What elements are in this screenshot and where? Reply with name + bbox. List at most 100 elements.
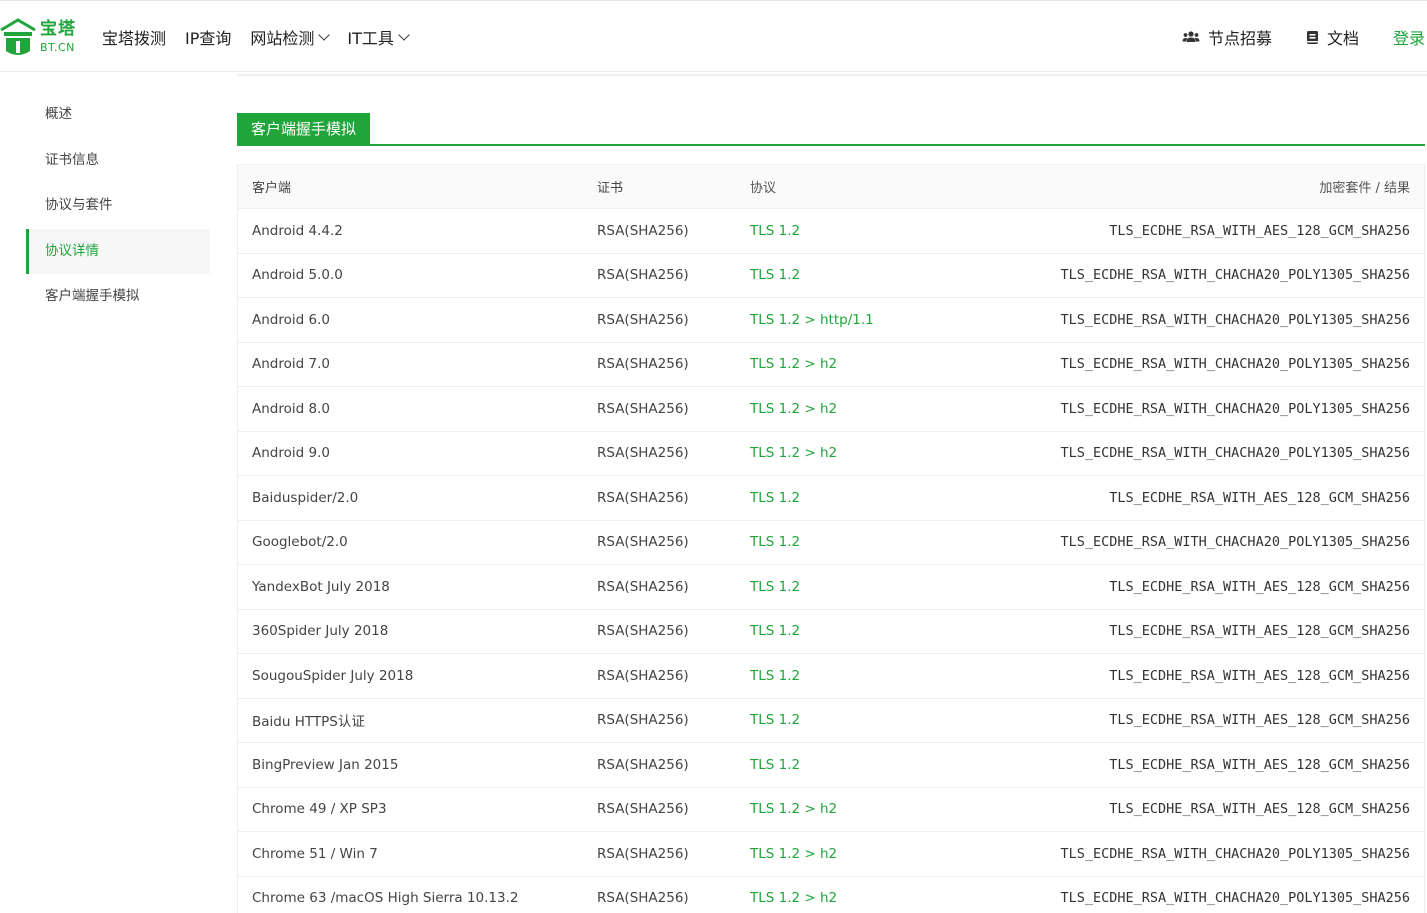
table-row: Chrome 63 /macOS High Sierra 10.13.2 RSA(… <box>238 877 1424 913</box>
cell-client: Chrome 63 /macOS High Sierra 10.13.2 <box>252 890 519 907</box>
cell-client: SougouSpider July 2018 <box>252 667 414 684</box>
cell-protocol: TLS 1.2 > http/1.1 <box>750 311 874 328</box>
nav-label: IT工具 <box>347 29 394 48</box>
nav-label: IP查询 <box>185 29 232 48</box>
cell-protocol: TLS 1.2 > h2 <box>750 400 838 417</box>
cell-client: Android 8.0 <box>252 400 330 417</box>
table-body: Android 4.4.2 RSA(SHA256) TLS 1.2 TLS_ECDHE… <box>238 209 1424 913</box>
table-row: Baidu HTTPS认证 RSA(SHA256) TLS 1.2 TLS_ECDHE… <box>238 699 1424 743</box>
nav-it-tools[interactable]: IT工具 <box>347 25 410 49</box>
bt-tower-icon <box>0 18 36 55</box>
cell-client: Android 5.0.0 <box>252 267 343 284</box>
docs-link[interactable]: 文档 <box>1306 25 1359 49</box>
section-header: 客户端握手模拟 <box>237 113 1425 146</box>
chevron-down-icon <box>318 28 331 41</box>
cell-protocol: TLS 1.2 <box>750 267 801 284</box>
cell-client: Baidu HTTPS认证 <box>252 714 365 731</box>
cell-protocol: TLS 1.2 <box>750 667 801 684</box>
nav-bt-probe[interactable]: 宝塔拨测 <box>102 25 166 49</box>
top-header: 宝塔 BT.CN 宝塔拨测 IP查询 网站检测 IT工具 节点招募 文档 登录 <box>0 0 1427 72</box>
cell-cert: RSA(SHA256) <box>597 222 689 239</box>
table-row: Android 4.4.2 RSA(SHA256) TLS 1.2 TLS_ECDHE… <box>238 209 1424 254</box>
cell-cert: RSA(SHA256) <box>597 445 689 462</box>
table-row: Chrome 49 / XP SP3 RSA(SHA256) TLS 1.2 > h… <box>238 788 1424 832</box>
table-row: Android 8.0 RSA(SHA256) TLS 1.2 > h2 TLS_EC… <box>238 387 1424 432</box>
login-button[interactable]: 登录 <box>1393 25 1425 49</box>
cell-cipher: TLS_ECDHE_RSA_WITH_CHACHA20_POLY1305_SHA… <box>1060 534 1411 551</box>
cell-cipher: TLS_ECDHE_RSA_WITH_CHACHA20_POLY1305_SHA… <box>1060 845 1411 862</box>
cell-client: Android 7.0 <box>252 356 330 373</box>
table-row: Android 5.0.0 RSA(SHA256) TLS 1.2 TLS_ECDHE… <box>238 254 1424 298</box>
nav-label: 宝塔拨测 <box>102 29 167 48</box>
cell-protocol: TLS 1.2 > h2 <box>750 801 838 818</box>
logo-text: 宝塔 BT.CN <box>40 19 76 54</box>
sidebar-item-protocols-suites[interactable]: 协议与套件 <box>26 183 210 229</box>
cell-cert: RSA(SHA256) <box>597 756 689 773</box>
cell-client: 360Spider July 2018 <box>252 623 389 640</box>
sidebar-nav: 概述 证书信息 协议与套件 协议详情 客户端握手模拟 <box>26 92 210 320</box>
sidebar-item-protocol-details[interactable]: 协议详情 <box>26 228 210 274</box>
bt-logo[interactable]: 宝塔 BT.CN <box>0 15 76 59</box>
cell-cert: RSA(SHA256) <box>597 489 689 506</box>
table-row: 360Spider July 2018 RSA(SHA256) TLS 1.2 TLS… <box>238 610 1424 654</box>
cell-cert: RSA(SHA256) <box>597 311 689 328</box>
cell-cert: RSA(SHA256) <box>597 400 689 417</box>
right-nav: 节点招募 文档 登录 <box>1182 1 1427 73</box>
cell-cipher: TLS_ECDHE_RSA_WITH_AES_128_GCM_SHA256 <box>1109 222 1410 239</box>
sidebar-item-cert-info[interactable]: 证书信息 <box>26 138 210 184</box>
cell-cert: RSA(SHA256) <box>597 534 689 551</box>
main-nav: 宝塔拨测 IP查询 网站检测 IT工具 <box>102 1 427 73</box>
cell-cert: RSA(SHA256) <box>597 845 689 862</box>
table-row: Android 7.0 RSA(SHA256) TLS 1.2 > h2 TLS_EC… <box>238 343 1424 387</box>
cell-protocol: TLS 1.2 > h2 <box>750 445 838 462</box>
cell-cipher: TLS_ECDHE_RSA_WITH_AES_128_GCM_SHA256 <box>1109 623 1410 640</box>
cell-cipher: TLS_ECDHE_RSA_WITH_CHACHA20_POLY1305_SHA… <box>1060 445 1411 462</box>
cell-cipher: TLS_ECDHE_RSA_WITH_AES_128_GCM_SHA256 <box>1109 489 1410 506</box>
table-row: YandexBot July 2018 RSA(SHA256) TLS 1.2 TLS… <box>238 565 1424 610</box>
cell-client: Android 6.0 <box>252 311 330 328</box>
sidebar-item-handshake-sim[interactable]: 客户端握手模拟 <box>26 274 210 320</box>
table-row: Googlebot/2.0 RSA(SHA256) TLS 1.2 TLS_ECDHE… <box>238 521 1424 565</box>
cell-cert: RSA(SHA256) <box>597 890 689 907</box>
cell-protocol: TLS 1.2 <box>750 578 801 595</box>
table-row: Android 9.0 RSA(SHA256) TLS 1.2 > h2 TLS_EC… <box>238 432 1424 476</box>
nav-ip-query[interactable]: IP查询 <box>185 25 231 49</box>
col-header-protocol: 协议 <box>750 181 777 196</box>
cell-protocol: TLS 1.2 <box>750 222 801 239</box>
document-icon <box>1306 30 1318 44</box>
node-recruit-link[interactable]: 节点招募 <box>1182 25 1272 49</box>
table-row: BingPreview Jan 2015 RSA(SHA256) TLS 1.2 TL… <box>238 743 1424 788</box>
cell-protocol: TLS 1.2 <box>750 623 801 640</box>
cell-cert: RSA(SHA256) <box>597 356 689 373</box>
cell-cipher: TLS_ECDHE_RSA_WITH_CHACHA20_POLY1305_SHA… <box>1060 356 1411 373</box>
cell-cipher: TLS_ECDHE_RSA_WITH_CHACHA20_POLY1305_SHA… <box>1060 267 1411 284</box>
cell-protocol: TLS 1.2 <box>750 534 801 551</box>
col-header-cert: 证书 <box>597 181 624 196</box>
nav-site-check[interactable]: 网站检测 <box>250 25 331 49</box>
logo-cn: 宝塔 <box>40 19 76 39</box>
cell-client: Googlebot/2.0 <box>252 534 348 551</box>
cell-client: Chrome 51 / Win 7 <box>252 845 378 862</box>
cell-cert: RSA(SHA256) <box>597 801 689 818</box>
table-row: Android 6.0 RSA(SHA256) TLS 1.2 > http/1.1… <box>238 298 1424 343</box>
cell-cipher: TLS_ECDHE_RSA_WITH_AES_128_GCM_SHA256 <box>1109 712 1410 729</box>
cell-cert: RSA(SHA256) <box>597 578 689 595</box>
cell-protocol: TLS 1.2 > h2 <box>750 356 838 373</box>
section-title: 客户端握手模拟 <box>237 113 371 146</box>
cell-protocol: TLS 1.2 > h2 <box>750 845 838 862</box>
sidebar-item-overview[interactable]: 概述 <box>26 92 210 138</box>
col-header-client: 客户端 <box>252 181 292 196</box>
cell-protocol: TLS 1.2 <box>750 756 801 773</box>
cell-cert: RSA(SHA256) <box>597 267 689 284</box>
cell-cipher: TLS_ECDHE_RSA_WITH_AES_128_GCM_SHA256 <box>1109 801 1410 818</box>
docs-label: 文档 <box>1326 29 1359 48</box>
table-header-row: 客户端 证书 协议 加密套件 / 结果 <box>238 165 1424 209</box>
nav-label: 网站检测 <box>250 29 315 48</box>
cell-cert: RSA(SHA256) <box>597 623 689 640</box>
cell-cert: RSA(SHA256) <box>597 712 689 729</box>
cell-protocol: TLS 1.2 <box>750 489 801 506</box>
cell-cipher: TLS_ECDHE_RSA_WITH_CHACHA20_POLY1305_SHA… <box>1060 890 1411 907</box>
table-row: Chrome 51 / Win 7 RSA(SHA256) TLS 1.2 > h2… <box>238 832 1424 877</box>
cell-cipher: TLS_ECDHE_RSA_WITH_AES_128_GCM_SHA256 <box>1109 578 1410 595</box>
chevron-down-icon <box>398 28 410 41</box>
